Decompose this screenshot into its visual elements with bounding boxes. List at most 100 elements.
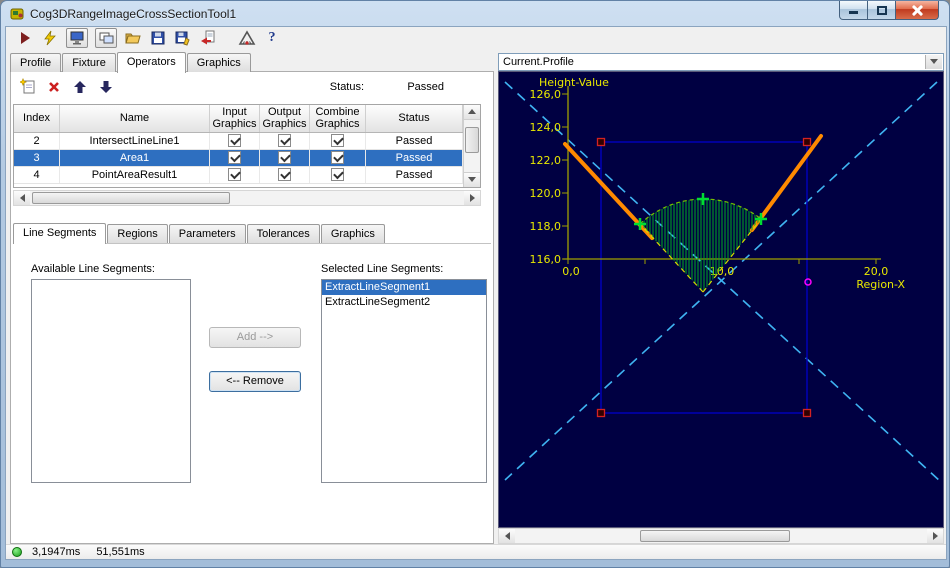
column-header-combine-graphics[interactable]: Combine Graphics bbox=[310, 104, 366, 132]
maximize-icon bbox=[876, 6, 887, 15]
client-area: ? Profile Fixture Operators Graphics Sta… bbox=[5, 26, 947, 560]
available-line-segments-list[interactable] bbox=[31, 278, 191, 483]
y-tick-label: 116,0 bbox=[530, 253, 562, 266]
y-tick-label: 124,0 bbox=[530, 121, 562, 134]
operators-toolbar: Status: Passed bbox=[15, 76, 489, 98]
table-row[interactable]: 2 IntersectLineLine1 Passed bbox=[14, 132, 463, 150]
table-row[interactable]: 3 Area1 Passed bbox=[14, 149, 463, 167]
main-area: Profile Fixture Operators Graphics Statu… bbox=[6, 49, 946, 544]
float-window-button[interactable] bbox=[95, 27, 117, 48]
add-operator-button[interactable] bbox=[19, 78, 37, 96]
close-icon bbox=[911, 4, 924, 17]
scrollbar-track[interactable] bbox=[515, 529, 927, 543]
region-handle-bottom-left[interactable] bbox=[596, 408, 606, 417]
list-item[interactable]: ExtractLineSegment2 bbox=[322, 295, 486, 310]
cell-index: 4 bbox=[14, 166, 60, 183]
minimize-button[interactable] bbox=[839, 1, 868, 20]
combine-graphics-checkbox[interactable] bbox=[331, 168, 344, 182]
area-fan bbox=[640, 198, 761, 292]
tab-fixture[interactable]: Fixture bbox=[62, 52, 116, 72]
output-graphics-checkbox[interactable] bbox=[278, 134, 291, 148]
save-as-button[interactable] bbox=[174, 29, 192, 47]
operators-tab-page: Status: Passed Index Name Input Graphics… bbox=[10, 70, 495, 544]
operator-tab-strip: Line Segments Regions Parameters Toleran… bbox=[13, 222, 492, 244]
extract-line-segment-2[interactable] bbox=[750, 133, 823, 232]
window-controls bbox=[839, 1, 939, 20]
maximize-button[interactable] bbox=[868, 1, 895, 20]
tab-graphics[interactable]: Graphics bbox=[186, 52, 251, 72]
tab-operators[interactable]: Operators bbox=[116, 51, 186, 73]
result-display-button[interactable] bbox=[66, 27, 88, 48]
scroll-left-button[interactable] bbox=[14, 190, 30, 205]
available-line-segments-label: Available Line Segments: bbox=[31, 262, 155, 275]
app-icon bbox=[9, 6, 25, 22]
scroll-left-button[interactable] bbox=[499, 528, 515, 543]
selected-line-segments-list[interactable]: ExtractLineSegment1 ExtractLineSegment2 bbox=[321, 278, 487, 483]
scroll-right-button[interactable] bbox=[464, 190, 480, 205]
region-handle-bottom-right[interactable] bbox=[802, 408, 812, 417]
y-tick-label: 126,0 bbox=[530, 88, 562, 101]
combo-dropdown-button[interactable] bbox=[925, 54, 942, 69]
tab-profile[interactable]: Profile bbox=[10, 52, 62, 72]
tool-tab-strip: Profile Fixture Operators Graphics bbox=[10, 50, 494, 73]
move-up-button[interactable] bbox=[71, 78, 89, 96]
remove-button[interactable]: <-- Remove bbox=[209, 370, 301, 392]
table-row[interactable]: 4 PointAreaResult1 Passed bbox=[14, 166, 463, 184]
combine-graphics-checkbox[interactable] bbox=[331, 151, 344, 165]
import-button[interactable] bbox=[199, 29, 217, 47]
y-tick-label: 122,0 bbox=[530, 154, 562, 167]
scrollbar-thumb[interactable] bbox=[640, 529, 790, 542]
open-file-button[interactable] bbox=[124, 29, 142, 47]
move-down-button[interactable] bbox=[97, 78, 115, 96]
operators-grid: Index Name Input Graphics Output Graphic… bbox=[13, 103, 481, 188]
measure-tool-button[interactable] bbox=[238, 29, 256, 47]
list-item[interactable]: ExtractLineSegment1 bbox=[322, 279, 486, 295]
cell-index: 3 bbox=[14, 149, 60, 166]
delete-operator-button[interactable] bbox=[45, 78, 63, 96]
region-handle-top-left[interactable] bbox=[596, 137, 606, 146]
arrow-left-icon bbox=[504, 531, 510, 540]
grid-vertical-scrollbar[interactable] bbox=[463, 104, 480, 187]
grid-header: Index Name Input Graphics Output Graphic… bbox=[14, 104, 463, 133]
record-selector-combo[interactable]: Current.Profile bbox=[498, 52, 944, 71]
tab-parameters[interactable]: Parameters bbox=[168, 223, 246, 243]
tab-regions[interactable]: Regions bbox=[107, 223, 168, 243]
column-header-output-graphics[interactable]: Output Graphics bbox=[260, 104, 310, 132]
cell-name: Area1 bbox=[60, 149, 210, 166]
run-continuous-button[interactable] bbox=[41, 29, 59, 47]
column-header-input-graphics[interactable]: Input Graphics bbox=[210, 104, 260, 132]
tab-graphics-sub[interactable]: Graphics bbox=[320, 223, 385, 243]
region-handle-top-right[interactable] bbox=[802, 137, 812, 146]
scroll-right-button[interactable] bbox=[927, 528, 943, 543]
input-graphics-checkbox[interactable] bbox=[228, 134, 241, 148]
input-graphics-checkbox[interactable] bbox=[228, 151, 241, 165]
cell-status: Passed bbox=[366, 149, 463, 166]
column-header-name[interactable]: Name bbox=[60, 104, 210, 132]
combine-graphics-checkbox[interactable] bbox=[331, 134, 344, 148]
grid-horizontal-scrollbar[interactable] bbox=[13, 189, 481, 206]
column-header-status[interactable]: Status bbox=[366, 104, 463, 132]
input-graphics-checkbox[interactable] bbox=[228, 168, 241, 182]
scroll-down-button[interactable] bbox=[464, 171, 480, 187]
titlebar[interactable]: Cog3DRangeImageCrossSectionTool1 bbox=[5, 1, 945, 26]
output-graphics-checkbox[interactable] bbox=[278, 151, 291, 165]
output-graphics-checkbox[interactable] bbox=[278, 168, 291, 182]
scroll-up-button[interactable] bbox=[464, 104, 480, 120]
cell-index: 2 bbox=[14, 132, 60, 149]
tab-line-segments[interactable]: Line Segments bbox=[13, 222, 107, 244]
add-button[interactable]: Add --> bbox=[209, 326, 301, 348]
tab-tolerances[interactable]: Tolerances bbox=[246, 223, 320, 243]
scrollbar-thumb[interactable] bbox=[465, 126, 479, 153]
scrollbar-track[interactable] bbox=[30, 191, 464, 205]
help-button[interactable]: ? bbox=[263, 29, 281, 47]
chevron-down-icon bbox=[930, 59, 938, 65]
run-button[interactable] bbox=[16, 29, 34, 47]
close-button[interactable] bbox=[895, 1, 939, 20]
status-label: Status: bbox=[329, 80, 365, 93]
result-point-marker[interactable] bbox=[804, 278, 812, 286]
scrollbar-thumb[interactable] bbox=[32, 191, 230, 204]
plot-horizontal-scrollbar[interactable] bbox=[498, 527, 944, 544]
save-button[interactable] bbox=[149, 29, 167, 47]
column-header-index[interactable]: Index bbox=[14, 104, 60, 132]
cell-name: PointAreaResult1 bbox=[60, 166, 210, 183]
